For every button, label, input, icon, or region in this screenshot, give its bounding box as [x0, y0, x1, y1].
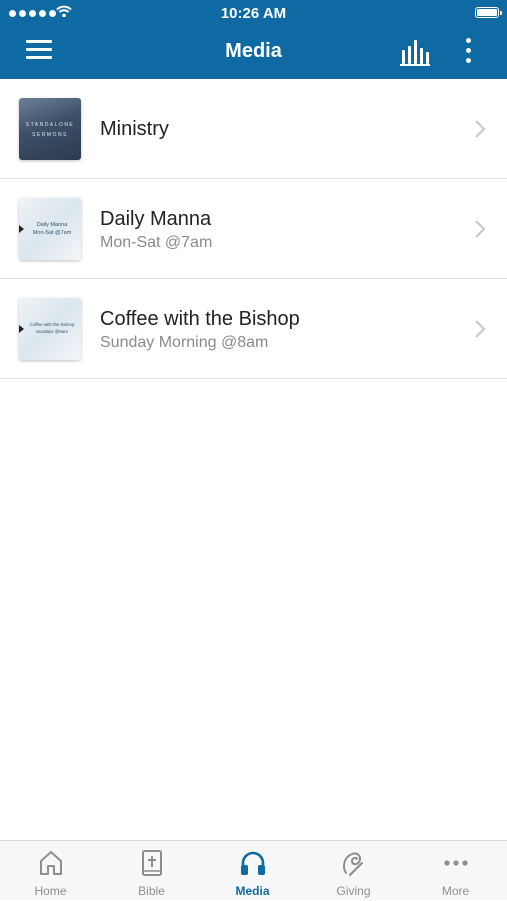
- chevron-right-icon: [475, 220, 486, 238]
- chevron-right-icon: [475, 320, 486, 338]
- list-item-title: Daily Manna: [100, 208, 212, 230]
- media-list: STANDALONE SERMONS Ministry Daily Manna …: [0, 79, 507, 379]
- bible-icon: [141, 850, 162, 876]
- coffee-with-the-bishop-thumbnail: Coffee with the Bishop Sundays @8am: [19, 298, 81, 360]
- list-item-daily-manna[interactable]: Daily Manna Mon-Sat @7am Daily Manna Mon…: [0, 179, 507, 279]
- list-item-subtitle: Sunday Morning @8am: [100, 334, 269, 351]
- more-options-icon[interactable]: [463, 38, 473, 66]
- tab-home[interactable]: Home: [0, 841, 101, 901]
- giving-icon: [342, 852, 363, 876]
- tab-giving[interactable]: Giving: [303, 841, 404, 901]
- home-icon: [39, 851, 62, 875]
- tab-bible[interactable]: Bible: [101, 841, 202, 901]
- status-bar: 10:26 AM: [0, 0, 507, 26]
- tab-more[interactable]: More: [404, 841, 507, 901]
- play-icon: [19, 225, 24, 233]
- page-title: Media: [225, 40, 282, 62]
- daily-manna-thumbnail: Daily Manna Mon-Sat @7am: [19, 198, 81, 260]
- play-icon: [19, 325, 24, 333]
- headphones-icon: [240, 851, 265, 875]
- battery-icon: [475, 7, 502, 18]
- tab-bar: Home Bible Media Giving More: [0, 840, 507, 900]
- list-item-title: Coffee with the Bishop: [100, 308, 300, 330]
- list-item-subtitle: Mon-Sat @7am: [100, 234, 213, 251]
- list-item-ministry[interactable]: STANDALONE SERMONS Ministry: [0, 79, 507, 179]
- status-time: 10:26 AM: [220, 5, 287, 22]
- list-item-coffee-with-the-bishop[interactable]: Coffee with the Bishop Sundays @8am Coff…: [0, 279, 507, 379]
- ministry-thumbnail: STANDALONE SERMONS: [19, 98, 81, 160]
- chevron-right-icon: [475, 120, 486, 138]
- tab-media[interactable]: Media: [202, 841, 303, 901]
- audio-bars-icon[interactable]: [400, 40, 430, 66]
- header-bar: Media: [0, 26, 507, 79]
- more-dots-icon: [443, 860, 468, 866]
- list-item-title: Ministry: [100, 118, 169, 140]
